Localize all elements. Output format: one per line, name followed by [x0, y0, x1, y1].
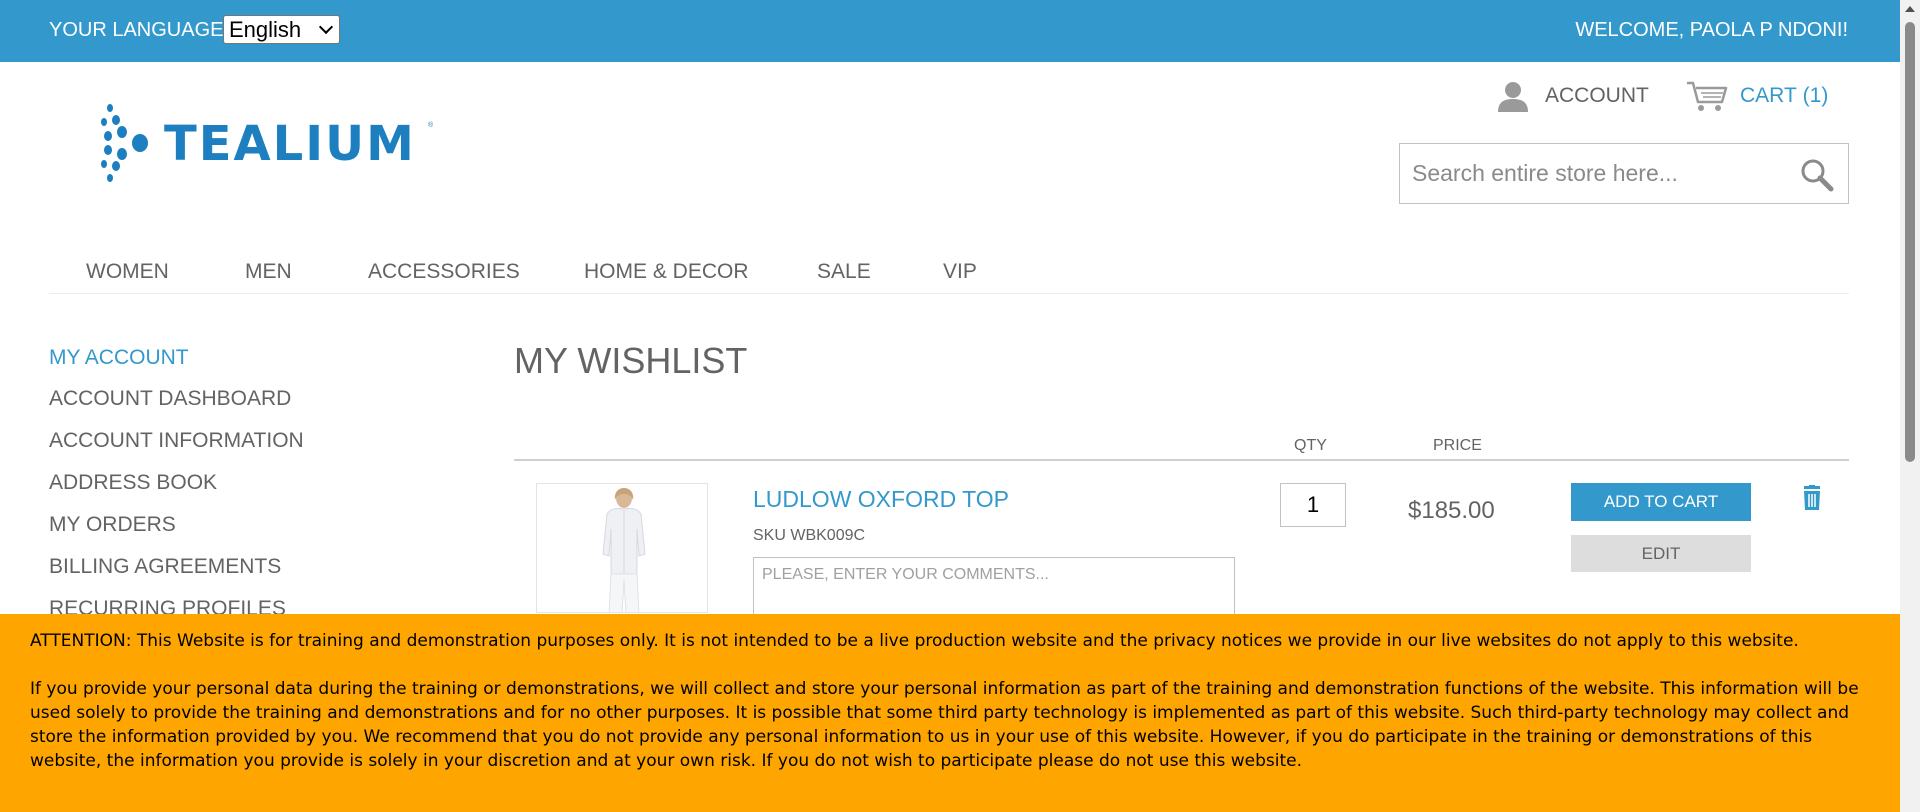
quantity-input[interactable]: [1280, 483, 1346, 527]
notice-paragraph-attention: ATTENTION: This Website is for training …: [30, 631, 1799, 651]
sidebar-item-address-book[interactable]: ADDRESS BOOK: [49, 471, 217, 495]
language-select[interactable]: English: [223, 15, 340, 44]
logo-wordmark: TEALIUM: [164, 116, 416, 172]
edit-button[interactable]: EDIT: [1571, 535, 1751, 572]
add-to-cart-button[interactable]: ADD TO CART: [1571, 483, 1751, 521]
sidebar-title: MY ACCOUNT: [49, 346, 189, 369]
nav-item-women[interactable]: WOMEN: [86, 260, 169, 284]
product-sku: SKU WBK009C: [753, 527, 866, 544]
product-image[interactable]: [536, 483, 708, 613]
nav-item-sale[interactable]: SALE: [817, 260, 871, 284]
column-header-price: PRICE: [1433, 437, 1482, 454]
page-title: MY WISHLIST: [514, 340, 748, 381]
product-name-link[interactable]: LUDLOW OXFORD TOP: [753, 486, 1009, 513]
account-link[interactable]: ACCOUNT: [1496, 80, 1649, 112]
welcome-message: WELCOME, PAOLA P NDONI!: [1575, 19, 1848, 41]
language-label: YOUR LANGUAGE:: [49, 19, 230, 41]
training-notice-banner: ATTENTION: This Website is for training …: [0, 614, 1900, 812]
chevron-down-icon: [318, 19, 334, 35]
user-icon: [1498, 82, 1528, 112]
top-bar: YOUR LANGUAGE: English WELCOME, PAOLA P …: [0, 0, 1900, 62]
page-scrollbar[interactable]: [1900, 0, 1920, 812]
nav-item-accessories[interactable]: ACCESSORIES: [368, 260, 520, 284]
scrollbar-thumb[interactable]: [1905, 22, 1915, 462]
cart-icon: [1687, 81, 1728, 111]
dots-logo-icon: [101, 104, 148, 182]
trash-icon[interactable]: [1801, 485, 1823, 511]
notice-paragraph-data: If you provide your personal data during…: [30, 679, 1859, 771]
main-navigation: WOMEN MEN ACCESSORIES HOME & DECOR SALE …: [49, 260, 1849, 294]
nav-item-men[interactable]: MEN: [245, 260, 292, 284]
store-logo[interactable]: TEALIUM ®: [100, 102, 440, 184]
account-label: ACCOUNT: [1545, 84, 1649, 107]
cart-link[interactable]: CART (1): [1686, 80, 1828, 112]
scroll-up-arrow-icon[interactable]: [1905, 6, 1915, 12]
comment-box: [753, 557, 1235, 617]
product-price: $185.00: [1408, 497, 1495, 524]
cart-count: (1): [1802, 84, 1829, 107]
cart-label: CART: [1740, 84, 1797, 107]
product-photo-shirt: [537, 484, 707, 612]
sidebar-item-billing-agreements[interactable]: BILLING AGREEMENTS: [49, 555, 281, 579]
table-divider: [514, 459, 1849, 461]
sidebar-item-account-dashboard[interactable]: ACCOUNT DASHBOARD: [49, 387, 291, 411]
sidebar-item-account-information[interactable]: ACCOUNT INFORMATION: [49, 429, 304, 453]
comment-textarea[interactable]: [754, 558, 1234, 616]
column-header-qty: QTY: [1294, 437, 1327, 454]
search-input[interactable]: [1400, 144, 1790, 203]
search-box: [1399, 143, 1849, 204]
nav-item-home-decor[interactable]: HOME & DECOR: [584, 260, 749, 284]
nav-item-vip[interactable]: VIP: [943, 260, 977, 284]
language-selected-value: English: [229, 17, 302, 42]
search-icon[interactable]: [1800, 158, 1834, 192]
sidebar-item-my-orders[interactable]: MY ORDERS: [49, 513, 176, 537]
logo-trademark: ®: [428, 122, 434, 129]
